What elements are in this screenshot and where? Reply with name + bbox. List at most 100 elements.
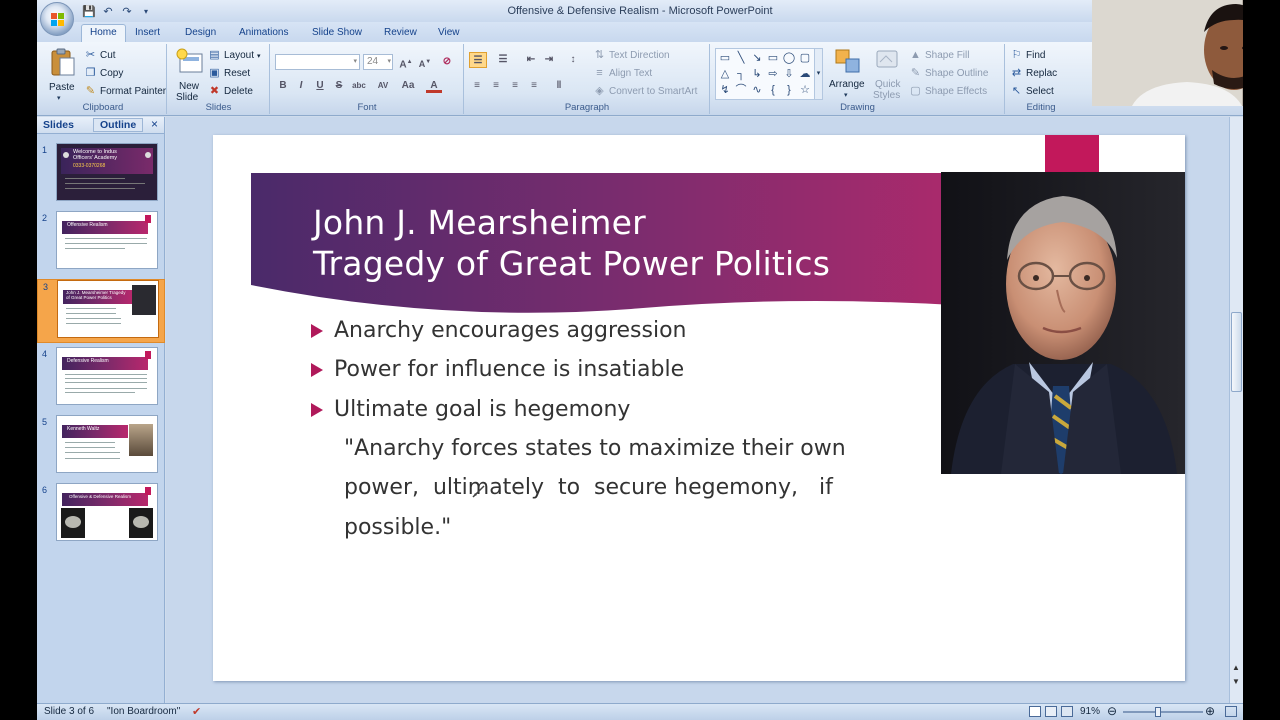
shape-fill-button[interactable]: ▲ Shape Fill: [909, 49, 969, 62]
layout-button[interactable]: ▤ Layout ▾: [208, 49, 260, 62]
slide-thumbnail-3[interactable]: 3 John J. Mearsheimer Tragedy of Great P…: [37, 279, 165, 343]
slide-title-line-1[interactable]: John J. Mearsheimer: [313, 203, 646, 242]
zoom-out-icon[interactable]: ⊖: [1107, 704, 1117, 718]
clear-formatting-button[interactable]: ⊘: [439, 54, 455, 70]
portrait-photo[interactable]: [941, 172, 1185, 474]
replace-button[interactable]: ⇄ Replac: [1010, 67, 1057, 80]
align-left-button[interactable]: ≡: [469, 78, 485, 94]
zoom-slider[interactable]: [1123, 711, 1203, 713]
tab-view[interactable]: View: [438, 25, 460, 42]
star-shape-icon[interactable]: ☆: [798, 83, 812, 97]
scrollbar-thumb[interactable]: [1231, 312, 1242, 392]
bold-button[interactable]: B: [275, 78, 291, 94]
down-arrow-shape-icon[interactable]: ⇩: [782, 67, 796, 81]
elbow-arrow-shape-icon[interactable]: ↳: [750, 67, 764, 81]
tab-home[interactable]: Home: [81, 24, 126, 43]
tab-slide-show[interactable]: Slide Show: [312, 25, 362, 42]
find-button[interactable]: ⚐ Find: [1010, 49, 1046, 62]
brace-left-shape-icon[interactable]: {: [766, 83, 780, 97]
cut-button[interactable]: ✂ Cut: [84, 49, 116, 62]
line-shape-icon[interactable]: ╲: [734, 51, 748, 65]
zoom-level[interactable]: 91%: [1080, 706, 1100, 717]
select-button[interactable]: ↖ Select: [1010, 85, 1054, 98]
shape-effects-button[interactable]: ▢ Shape Effects: [909, 85, 987, 98]
character-spacing-button[interactable]: AV: [373, 78, 393, 94]
bullet-item[interactable]: Anarchy encourages aggression: [311, 318, 687, 343]
copy-button[interactable]: ❐ Copy: [84, 67, 124, 80]
italic-button[interactable]: I: [293, 78, 309, 94]
fit-to-window-icon[interactable]: [1225, 706, 1237, 717]
align-right-button[interactable]: ≡: [507, 78, 523, 94]
delete-button[interactable]: ✖ Delete: [208, 85, 253, 98]
arc-shape-icon[interactable]: ⌒: [734, 83, 748, 97]
tab-insert[interactable]: Insert: [135, 25, 160, 42]
convert-smartart-button[interactable]: ◈ Convert to SmartArt: [593, 85, 697, 98]
bullet-item[interactable]: Ultimate goal is hegemony: [311, 397, 630, 422]
new-slide-button[interactable]: New Slide: [173, 48, 203, 103]
arrange-button[interactable]: Arrange ▾: [829, 48, 867, 102]
bullets-button[interactable]: ☰: [469, 52, 487, 68]
previous-slide-icon[interactable]: ▲: [1232, 663, 1240, 672]
columns-button[interactable]: ‖: [551, 78, 567, 94]
rounded-rect-shape-icon[interactable]: ▢: [798, 51, 812, 65]
slide-thumbnail-2[interactable]: 2 Offensive Realism: [37, 211, 165, 275]
underline-button[interactable]: U: [312, 78, 328, 94]
reset-button[interactable]: ▣ Reset: [208, 67, 250, 80]
close-pane-icon[interactable]: ×: [151, 117, 158, 131]
paste-button[interactable]: Paste ▾: [46, 48, 76, 102]
next-slide-icon[interactable]: ▼: [1232, 677, 1240, 686]
oval-shape-icon[interactable]: ◯: [782, 51, 796, 65]
shrink-font-button[interactable]: A▼: [417, 54, 433, 70]
quote-line[interactable]: possible.": [344, 515, 451, 540]
shadow-button[interactable]: abc: [349, 78, 369, 94]
line-spacing-button[interactable]: ↕: [565, 52, 581, 68]
numbering-button[interactable]: ☰: [495, 52, 511, 68]
arrow-line-shape-icon[interactable]: ↘: [750, 51, 764, 65]
slide-title-line-2[interactable]: Tragedy of Great Power Politics: [313, 244, 830, 283]
tab-design[interactable]: Design: [185, 25, 216, 42]
format-painter-button[interactable]: ✎ Format Painter: [84, 85, 166, 98]
zoom-in-icon[interactable]: ⊕: [1205, 704, 1215, 718]
text-direction-button[interactable]: ⇅ Text Direction: [593, 49, 670, 62]
increase-indent-button[interactable]: ⇥: [541, 52, 557, 68]
rectangle-shape-icon[interactable]: ▭: [766, 51, 780, 65]
zoom-slider-thumb[interactable]: [1155, 707, 1161, 717]
tab-outline[interactable]: Outline: [93, 118, 144, 132]
tab-slides[interactable]: Slides: [43, 119, 74, 131]
tab-animations[interactable]: Animations: [239, 25, 288, 42]
grow-font-button[interactable]: A▲: [398, 54, 414, 70]
slide-thumbnail-4[interactable]: 4 Defensive Realism: [37, 347, 165, 411]
bullet-item[interactable]: Power for influence is insatiable: [311, 357, 684, 382]
elbow-connector-shape-icon[interactable]: ┐: [734, 67, 748, 81]
freeform-shape-icon[interactable]: ↯: [718, 83, 732, 97]
quote-line[interactable]: "Anarchy forces states to maximize their…: [344, 436, 846, 461]
font-name-combo[interactable]: ▾: [275, 54, 360, 70]
shapes-more-icon[interactable]: ▾: [814, 49, 822, 99]
spell-check-icon[interactable]: ✔: [192, 705, 201, 718]
change-case-button[interactable]: Aa: [397, 78, 419, 94]
strikethrough-button[interactable]: S: [331, 78, 347, 94]
tab-review[interactable]: Review: [384, 25, 417, 42]
brace-right-shape-icon[interactable]: }: [782, 83, 796, 97]
slide[interactable]: John J. Mearsheimer Tragedy of Great Pow…: [213, 135, 1185, 681]
align-text-button[interactable]: ≡ Align Text: [593, 67, 652, 80]
quote-line[interactable]: power, ultimately to secure hegemony, if: [344, 475, 833, 500]
justify-button[interactable]: ≡: [526, 78, 542, 94]
textbox-shape-icon[interactable]: ▭: [718, 51, 732, 65]
slide-thumbnail-6[interactable]: 6 Offensive & Defensive Realism: [37, 483, 165, 547]
shape-outline-button[interactable]: ✎ Shape Outline: [909, 67, 989, 80]
font-color-button[interactable]: A: [426, 78, 442, 93]
font-size-combo[interactable]: 24 ▾: [363, 54, 393, 70]
office-button[interactable]: [40, 2, 74, 36]
cloud-shape-icon[interactable]: ☁: [798, 67, 812, 81]
decrease-indent-button[interactable]: ⇤: [523, 52, 539, 68]
slide-show-view-icon[interactable]: [1061, 706, 1073, 717]
right-arrow-shape-icon[interactable]: ⇨: [766, 67, 780, 81]
vertical-scrollbar[interactable]: ▲ ▼: [1229, 117, 1243, 703]
slide-thumbnail-1[interactable]: 1 Welcome to Indus Officers' Academy 033…: [37, 143, 165, 207]
quick-styles-button[interactable]: Quick Styles: [871, 48, 903, 102]
normal-view-icon[interactable]: [1029, 706, 1041, 717]
curve-shape-icon[interactable]: ∿: [750, 83, 764, 97]
triangle-shape-icon[interactable]: △: [718, 67, 732, 81]
slide-thumbnail-5[interactable]: 5 Kenneth Waltz: [37, 415, 165, 479]
